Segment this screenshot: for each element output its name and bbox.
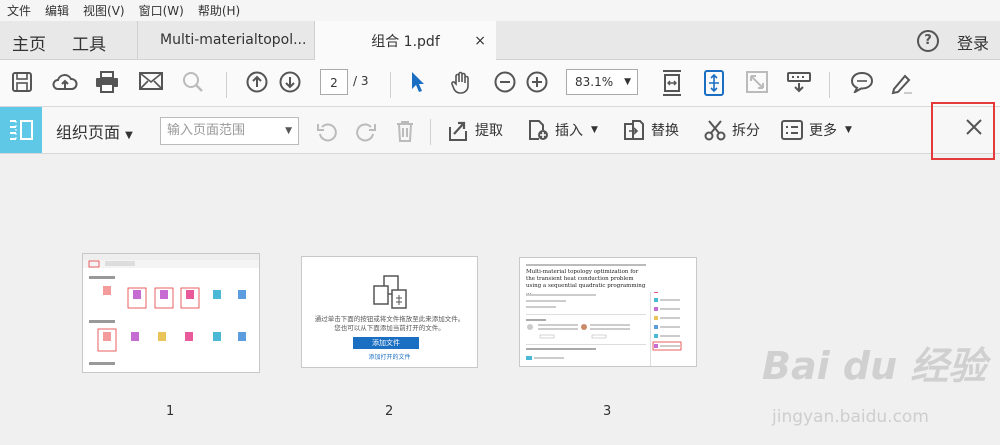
split-label: 拆分 (732, 123, 760, 139)
caret-down-icon: ▼ (845, 125, 852, 135)
add-files-icon (373, 275, 407, 309)
add-files-instruction: 通过单击下面的按钮或将文件拖放至此来添加文件。 (314, 315, 465, 323)
rotate-left-icon[interactable] (316, 121, 338, 143)
hand-tool-icon[interactable] (449, 71, 473, 95)
tab-close-icon[interactable]: × (474, 33, 486, 49)
tab-bar: 主页 工具 Multi-materialtopol... 组合 1.pdf × … (0, 21, 1000, 60)
fit-page-icon[interactable] (661, 69, 683, 97)
toolbar-divider (226, 72, 227, 98)
page-number-input[interactable]: 2 (320, 69, 348, 95)
replace-label: 替换 (651, 123, 679, 139)
nav-tools[interactable]: 工具 (72, 30, 106, 55)
caret-down-icon: ▼ (125, 130, 133, 141)
page-number-2: 2 (385, 404, 394, 419)
full-screen-icon[interactable] (746, 71, 768, 93)
toolbar-divider (390, 72, 391, 98)
page-number-3: 3 (603, 404, 612, 419)
caret-down-icon: ▼ (591, 125, 598, 135)
read-mode-icon[interactable] (787, 71, 811, 93)
next-page-icon[interactable] (279, 71, 301, 93)
highlight-pen-icon[interactable] (890, 71, 914, 95)
organize-pages-title[interactable]: 组织页面 ▼ (56, 119, 133, 143)
baidu-watermark-url: jingyan.baidu.com (772, 407, 929, 427)
menu-file[interactable]: 文件 (0, 2, 38, 19)
zoom-in-icon[interactable] (526, 71, 548, 93)
menu-bar: 文件 编辑 视图(V) 窗口(W) 帮助(H) (0, 0, 1000, 21)
main-toolbar: 2 / 3 83.1% ▼ (0, 60, 1000, 107)
page-range-placeholder: 输入页面范围 (167, 123, 246, 138)
tab-document-2[interactable]: 组合 1.pdf × (315, 21, 496, 60)
zoom-select[interactable]: 83.1% ▼ (566, 69, 638, 95)
menu-window[interactable]: 窗口(W) (132, 2, 191, 19)
select-cursor-icon[interactable] (410, 71, 426, 93)
cloud-upload-icon[interactable] (52, 71, 78, 93)
tab-document-1[interactable]: Multi-materialtopol... (137, 21, 315, 59)
zoom-out-icon[interactable] (494, 71, 516, 93)
toolbar-divider (829, 72, 830, 98)
insert-page-icon (529, 120, 548, 140)
page-thumbnail-1[interactable] (82, 253, 260, 373)
scissors-icon (704, 120, 726, 141)
menu-help[interactable]: 帮助(H) (191, 2, 247, 19)
insert-button[interactable]: 插入 ▼ (527, 117, 598, 143)
scroll-mode-icon[interactable] (703, 69, 725, 97)
previous-page-icon[interactable] (246, 71, 268, 93)
organize-pages-toolbar: 组织页面 ▼ 输入页面范围 ▼ 提取 插入 ▼ 替换 拆分 更多 ▼ (0, 107, 1000, 154)
tab-label: 组合 1.pdf (371, 33, 440, 50)
extract-icon (449, 121, 467, 141)
tab-label: Multi-materialtopol... (160, 32, 307, 48)
email-icon[interactable] (139, 71, 163, 91)
page-range-input[interactable]: 输入页面范围 ▼ (160, 117, 299, 145)
add-files-button[interactable]: 添加文件 (353, 337, 419, 349)
save-icon[interactable] (11, 71, 33, 93)
chevron-down-icon: ▼ (624, 77, 631, 87)
replace-page-icon (624, 120, 644, 140)
extract-label: 提取 (475, 123, 503, 139)
nav-home[interactable]: 主页 (12, 30, 46, 55)
replace-button[interactable]: 替换 (623, 117, 679, 143)
search-icon[interactable] (182, 71, 204, 93)
page-thumbnails-area: 1 通过单击下面的按钮或将文件拖放至此来添加文件。 您也可以从下面添加当前打开的… (0, 152, 1000, 445)
zoom-value: 83.1% (575, 75, 614, 89)
chevron-down-icon: ▼ (285, 126, 292, 136)
menu-edit[interactable]: 编辑 (38, 2, 76, 19)
more-button[interactable]: 更多 ▼ (781, 117, 852, 143)
menu-view[interactable]: 视图(V) (76, 2, 132, 19)
comment-icon[interactable] (850, 71, 874, 93)
organize-pages-label: 组织页面 (56, 123, 121, 142)
baidu-watermark-logo: Bai du 经验 (762, 344, 987, 388)
more-options-icon (781, 120, 803, 140)
rotate-right-icon[interactable] (355, 121, 377, 143)
delete-icon[interactable] (395, 120, 415, 142)
split-button[interactable]: 拆分 (704, 117, 760, 143)
insert-label: 插入 (555, 123, 583, 139)
organize-pages-icon[interactable] (0, 107, 42, 153)
toolbar-divider (430, 119, 431, 145)
add-open-files-link[interactable]: 添加打开的文件 (302, 352, 477, 361)
login-button[interactable]: 登录 (957, 30, 989, 54)
page-thumbnail-3[interactable]: Multi-material topology optimization for… (519, 257, 697, 367)
print-icon[interactable] (95, 71, 119, 93)
help-icon[interactable]: ? (917, 30, 939, 52)
add-open-files-instruction: 您也可以从下面添加当前打开的文件。 (334, 324, 445, 332)
extract-button[interactable]: 提取 (447, 117, 503, 143)
page-number-1: 1 (166, 404, 175, 419)
more-label: 更多 (809, 123, 837, 139)
close-icon[interactable] (965, 118, 983, 136)
page-thumbnail-2[interactable]: 通过单击下面的按钮或将文件拖放至此来添加文件。 您也可以从下面添加当前打开的文件… (301, 256, 478, 368)
page-total: / 3 (353, 74, 369, 88)
